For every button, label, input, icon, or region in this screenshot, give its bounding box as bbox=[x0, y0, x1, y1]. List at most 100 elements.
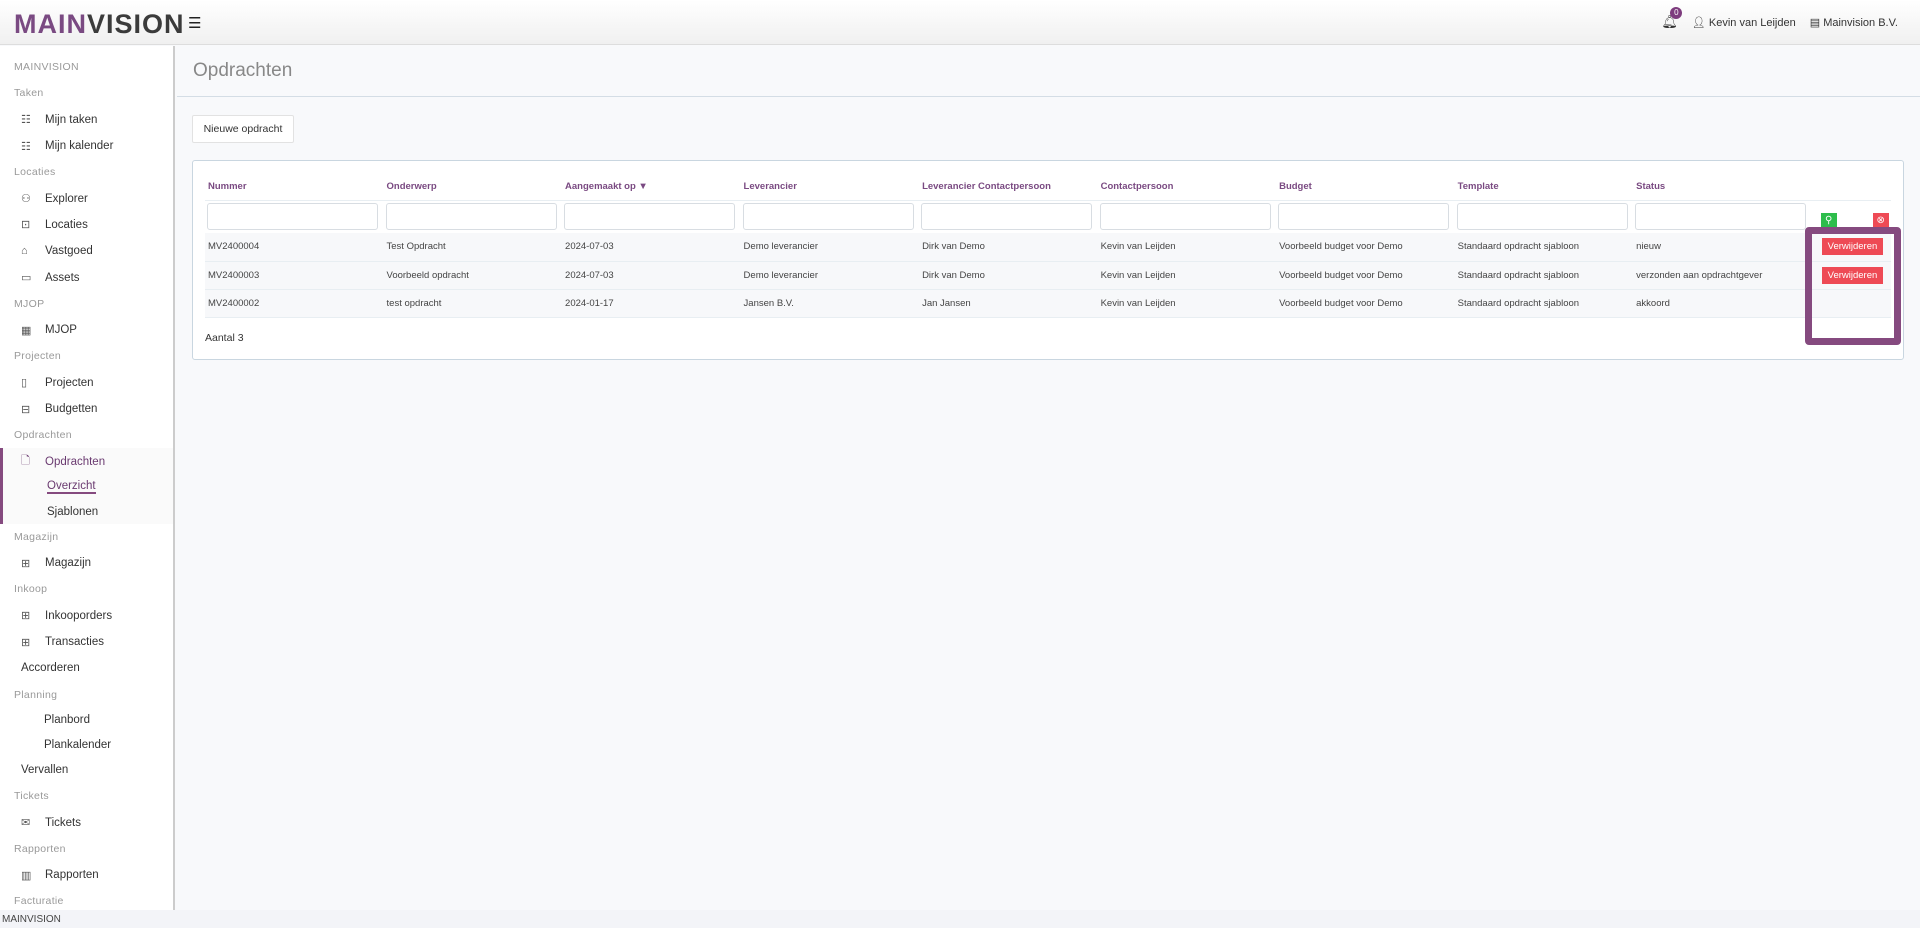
sidebar-item[interactable]: Accorderen bbox=[0, 655, 173, 681]
table-cell: 2024-07-03 bbox=[562, 261, 741, 290]
clear-filters-button[interactable]: ⊗ bbox=[1872, 213, 1889, 229]
page-title-bar: Opdrachten bbox=[177, 46, 1920, 97]
column-header[interactable]: Aangemaakt op ▼ bbox=[562, 173, 741, 201]
column-filter-input[interactable] bbox=[207, 203, 378, 231]
sidebar-item[interactable]: ⊞ Transacties bbox=[0, 629, 173, 655]
table-row[interactable]: MV2400002 test opdracht 2024-01-17 Jansen B… bbox=[205, 289, 1891, 318]
building-icon: ▤ bbox=[1809, 16, 1821, 29]
sidebar-section-label: Magazijn bbox=[14, 530, 59, 543]
list-icon: ☷ bbox=[21, 140, 31, 153]
column-header[interactable]: Status bbox=[1633, 173, 1812, 201]
column-filter-input[interactable] bbox=[1099, 203, 1271, 231]
table-cell: Standaard opdracht sjabloon bbox=[1454, 261, 1634, 290]
sidebar-section-label: Opdrachten bbox=[14, 429, 72, 442]
hamburger-menu-icon[interactable]: ☰ bbox=[188, 14, 201, 32]
file-icon: 🗋 bbox=[21, 455, 30, 468]
table-cell: nieuw bbox=[1633, 233, 1812, 262]
sidebar-item[interactable]: ▦ MJOP bbox=[0, 317, 173, 343]
table-cell: MV2400003 bbox=[205, 261, 384, 290]
grid-icon: ⊞ bbox=[21, 636, 31, 649]
sidebar-subitem[interactable]: Planbord bbox=[0, 708, 173, 733]
table-cell: MV2400002 bbox=[205, 289, 384, 318]
sidebar-section-label: MJOP bbox=[14, 297, 45, 310]
sidebar-section-label: Planning bbox=[14, 688, 58, 701]
sidebar-section-label: Projecten bbox=[14, 350, 62, 363]
briefcase-icon: ⊡ bbox=[21, 219, 31, 232]
sidebar-item[interactable]: ⊞ Inkooporders bbox=[0, 603, 173, 629]
book-icon: ▯ bbox=[21, 377, 28, 390]
table-cell: Standaard opdracht sjabloon bbox=[1454, 233, 1634, 262]
column-filter-input[interactable] bbox=[1635, 203, 1807, 231]
user-menu[interactable]: 👤︎ Kevin van Leijden bbox=[1692, 16, 1796, 29]
actions-header bbox=[1811, 173, 1891, 201]
table-cell: MV2400004 bbox=[205, 233, 384, 262]
sidebar-section-label: Locaties bbox=[14, 166, 56, 179]
column-header[interactable]: Nummer bbox=[205, 173, 384, 201]
sidebar-item[interactable]: ▯ Projecten bbox=[0, 370, 173, 396]
mainvision-logo[interactable]: MAINVISION bbox=[14, 9, 185, 40]
sidebar-item[interactable]: ▥ Rapporten bbox=[0, 862, 173, 888]
column-header[interactable]: Budget bbox=[1276, 173, 1455, 201]
close-circle-icon: ⊗ bbox=[1876, 215, 1885, 227]
sidebar-item[interactable]: Vervallen bbox=[0, 757, 173, 783]
sidebar-subitem[interactable]: Plankalender bbox=[0, 732, 173, 757]
folder-icon: ▭ bbox=[21, 272, 32, 285]
sidebar-item[interactable]: ⊡ Locaties bbox=[0, 212, 173, 238]
sidebar-item[interactable]: ☷ Mijn kalender bbox=[0, 133, 173, 159]
sidebar-section-label: Tickets bbox=[14, 790, 49, 803]
sidebar-item[interactable]: ⚇ Explorer bbox=[0, 185, 173, 211]
column-header[interactable]: Contactpersoon bbox=[1097, 173, 1277, 201]
column-filter-input[interactable] bbox=[921, 203, 1093, 231]
column-header[interactable]: Onderwerp bbox=[383, 173, 563, 201]
column-filter-input[interactable] bbox=[1456, 203, 1628, 231]
highlight-box bbox=[1805, 227, 1901, 345]
report-book-icon: ▥ bbox=[21, 869, 32, 882]
table-cell: 2024-07-03 bbox=[562, 233, 741, 262]
column-header[interactable]: Leverancier bbox=[740, 173, 920, 201]
search-icon: ⚲ bbox=[1824, 215, 1833, 227]
sidebar-item[interactable]: ⊟ Budgetten bbox=[0, 396, 173, 422]
top-header: MAINVISION ☰ 🔔︎ 0 👤︎ Kevin van Leijden ▤ … bbox=[0, 0, 1920, 45]
sidebar-section-label: MAINVISION bbox=[14, 61, 79, 74]
table-cell: Kevin van Leijden bbox=[1097, 261, 1277, 290]
table-cell: 2024-01-17 bbox=[562, 289, 741, 318]
company-menu[interactable]: ▤ Mainvision B.V. bbox=[1810, 16, 1898, 29]
sidebar-subitem[interactable]: Sjablonen bbox=[3, 499, 173, 524]
table-cell: Test Opdracht bbox=[383, 233, 563, 262]
table-cell: Kevin van Leijden bbox=[1097, 289, 1277, 318]
sitemap-icon: ⚇ bbox=[21, 193, 31, 206]
sidebar-item-opdrachten[interactable]: 🗋 Opdrachten bbox=[3, 448, 173, 474]
table-cell: test opdracht bbox=[383, 289, 563, 318]
new-assignment-button[interactable]: Nieuwe opdracht bbox=[192, 115, 294, 143]
sidebar-item[interactable]: ⌂ Vastgoed bbox=[0, 238, 173, 264]
column-header[interactable]: Template bbox=[1454, 173, 1634, 201]
grid-icon: ⊞ bbox=[21, 610, 31, 623]
table-row[interactable]: MV2400004 Test Opdracht 2024-07-03 Demo lev… bbox=[205, 233, 1891, 262]
table-row[interactable]: MV2400003 Voorbeeld opdracht 2024-07-03 Dem… bbox=[205, 261, 1891, 290]
sidebar-item[interactable]: ☷ Mijn taken bbox=[0, 107, 173, 133]
footer-brand: MAINVISION bbox=[0, 910, 1920, 928]
sidebar-item[interactable]: ✉ Tickets bbox=[0, 809, 173, 835]
sidebar-item[interactable]: ⊞ Magazijn bbox=[0, 550, 173, 576]
column-filter-input[interactable] bbox=[564, 203, 736, 231]
column-header[interactable]: Leverancier Contactpersoon bbox=[919, 173, 1098, 201]
table-cell: Dirk van Demo bbox=[919, 261, 1098, 290]
grid-icon: ⊞ bbox=[21, 557, 31, 570]
assignments-table: Nummer Onderwerp Aangemaakt op ▼ Leverancie… bbox=[205, 173, 1891, 318]
sidebar-section-label: Inkoop bbox=[14, 583, 48, 596]
sidebar: MAINVISION Taken ☷ Mijn taken ☷ Mijn kalender… bbox=[0, 46, 175, 910]
column-filter-input[interactable] bbox=[385, 203, 557, 231]
notifications-button[interactable]: 🔔︎ 0 bbox=[1661, 7, 1683, 30]
table-cell: akkoord bbox=[1633, 289, 1812, 318]
column-filter-input[interactable] bbox=[1278, 203, 1450, 231]
column-filter-input[interactable] bbox=[742, 203, 914, 231]
ledger-icon: ⊟ bbox=[21, 403, 31, 416]
notification-badge: 0 bbox=[1670, 7, 1683, 19]
table-cell: Dirk van Demo bbox=[919, 233, 1098, 262]
calendar-icon: ▦ bbox=[21, 324, 32, 337]
sidebar-item[interactable]: ▭ Assets bbox=[0, 264, 173, 290]
sidebar-subitem[interactable]: Overzicht bbox=[3, 475, 173, 500]
result-count: Aantal 3 bbox=[205, 332, 244, 344]
list-icon: ☷ bbox=[21, 114, 31, 127]
search-button[interactable]: ⚲ bbox=[1820, 213, 1837, 229]
